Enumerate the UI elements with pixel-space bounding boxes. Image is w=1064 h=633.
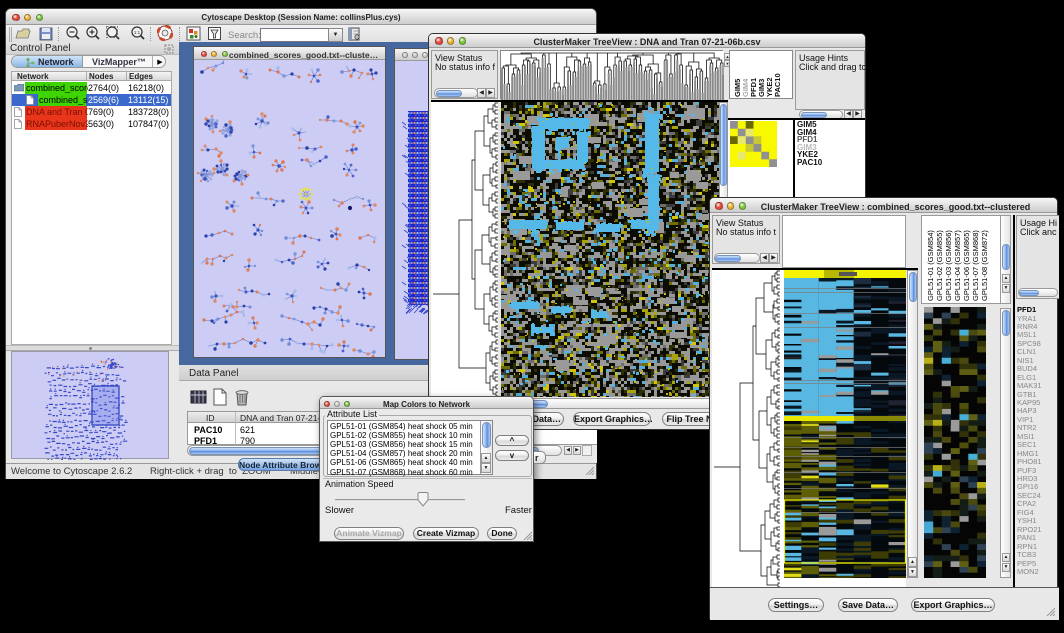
svg-text:1:1: 1:1	[134, 30, 141, 35]
